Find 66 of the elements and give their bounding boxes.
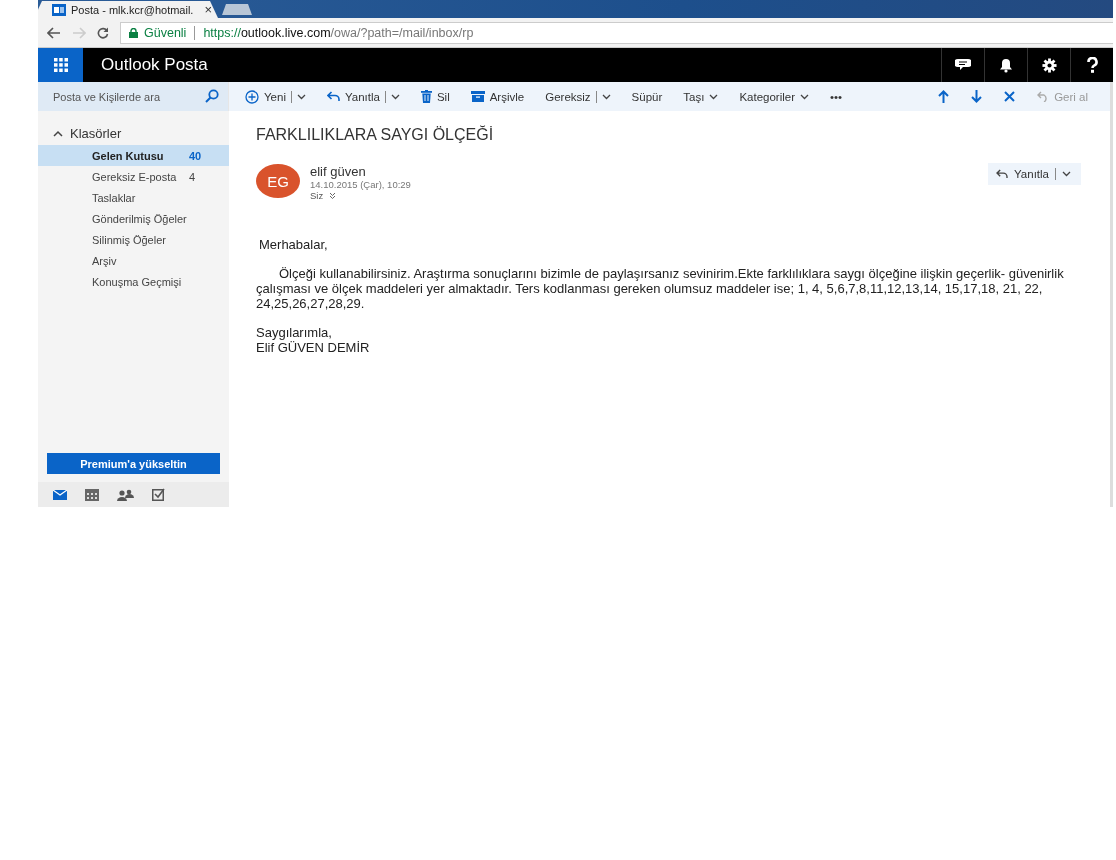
message-date: 14.10.2015 (Çar), 10:29 bbox=[310, 179, 411, 190]
folders-header[interactable]: Klasörler bbox=[38, 111, 229, 141]
caret-icon bbox=[709, 93, 719, 100]
calendar-icon[interactable] bbox=[85, 488, 99, 501]
tasks-icon[interactable] bbox=[152, 488, 165, 501]
app-title: Outlook Posta bbox=[101, 55, 208, 75]
sender-avatar: EG bbox=[256, 164, 300, 198]
back-icon[interactable] bbox=[47, 26, 61, 39]
toolbar-button[interactable]: Kategoriler bbox=[739, 90, 809, 103]
chat-icon bbox=[955, 58, 971, 72]
reply-icon bbox=[996, 169, 1009, 179]
help-icon bbox=[1086, 57, 1098, 73]
new-tab-button[interactable] bbox=[222, 4, 252, 15]
down-arrow-icon[interactable] bbox=[971, 90, 983, 103]
search-field[interactable]: Posta ve Kişilerde ara bbox=[38, 82, 229, 111]
folder-item[interactable]: Taslaklar bbox=[38, 187, 229, 208]
close-icon[interactable] bbox=[1004, 91, 1016, 102]
chevron-icon bbox=[53, 130, 63, 137]
toolbar-button[interactable]: Süpür bbox=[631, 90, 663, 103]
archive-icon bbox=[470, 91, 485, 102]
up-arrow-icon[interactable] bbox=[938, 90, 950, 103]
sender-name: elif güven bbox=[310, 164, 367, 179]
tab-title: Posta - mlk.kcr@hotmail. bbox=[71, 3, 195, 16]
caret-icon bbox=[800, 93, 809, 100]
folder-item[interactable]: Silinmiş Öğeler bbox=[38, 229, 229, 250]
signature-line: Elif GÜVEN DEMİR bbox=[256, 340, 371, 355]
folder-item[interactable]: Gereksiz E-posta 4 bbox=[38, 166, 229, 187]
plus-circle-icon bbox=[245, 89, 259, 104]
toolbar-button[interactable]: ••• bbox=[830, 90, 843, 103]
caret-icon bbox=[601, 93, 611, 100]
toolbar-button[interactable]: Yeni bbox=[245, 89, 306, 104]
reload-icon[interactable] bbox=[97, 26, 109, 39]
toolbar-button[interactable]: Gereksiz bbox=[545, 90, 611, 103]
caret-icon bbox=[296, 93, 306, 100]
toolbar-button[interactable]: Sil bbox=[420, 90, 450, 103]
bell-icon bbox=[999, 57, 1013, 73]
mail-icon[interactable] bbox=[53, 489, 67, 500]
settings-icon bbox=[1041, 57, 1057, 73]
tab-close-button[interactable]: × bbox=[204, 3, 212, 16]
reply-icon bbox=[326, 91, 340, 102]
search-icon[interactable] bbox=[205, 89, 219, 103]
greeting-text: Merhabalar, bbox=[258, 237, 329, 252]
recipient-label: Siz bbox=[310, 190, 324, 201]
message-subject: FARKLILIKLARA SAYGI ÖLÇEĞİ bbox=[256, 126, 495, 144]
people-icon[interactable] bbox=[117, 488, 134, 501]
folder-item[interactable]: Arşiv bbox=[38, 250, 229, 271]
app-launcher-button[interactable] bbox=[38, 48, 83, 82]
grid-icon bbox=[53, 58, 68, 72]
browser-tab[interactable]: Posta - mlk.kcr@hotmail. × bbox=[38, 1, 218, 18]
toolbar-button[interactable]: Yanıtla bbox=[326, 90, 400, 103]
trash-icon bbox=[420, 90, 432, 103]
lock-icon bbox=[129, 27, 138, 38]
caret-icon bbox=[390, 93, 400, 100]
message-paragraph: Ölçeği kullanabilirsiniz. Araştırma sonuçlarını bizimle de paylaşırsanız sevinirim.Ekte farklılıklara saygı ölçeğine ilişkin geçerlik- güvenirlik çalışması ve ölçek maddeleri yer almaktadır. Ters kodlanması gereken olumsuz maddeler ise; 1, 4, 5,6,7,8,11,12,13,14, 15,17,18, 21, 22, 24,25,26,27,28,29. bbox=[256, 266, 1065, 311]
folder-item[interactable]: Konuşma Geçmişi bbox=[38, 271, 229, 292]
expand-icon[interactable] bbox=[329, 192, 337, 199]
folder-item[interactable]: Gönderilmiş Öğeler bbox=[38, 208, 229, 229]
caret-icon bbox=[1062, 171, 1071, 177]
signature-line: Saygılarımla, bbox=[256, 325, 333, 340]
toolbar-button[interactable]: Arşivle bbox=[470, 90, 525, 103]
address-field[interactable]: Güvenli https://outlook.live.com/owa/?path=/mail/inbox/rp bbox=[120, 21, 1113, 44]
folder-item[interactable]: Gelen Kutusu 40 bbox=[38, 145, 229, 166]
reply-button[interactable]: Yanıtla bbox=[988, 163, 1081, 185]
upgrade-button[interactable]: Premium'a yükseltin bbox=[47, 453, 220, 474]
undo-icon bbox=[1037, 91, 1050, 102]
toolbar-button[interactable]: Taşı bbox=[683, 90, 719, 103]
